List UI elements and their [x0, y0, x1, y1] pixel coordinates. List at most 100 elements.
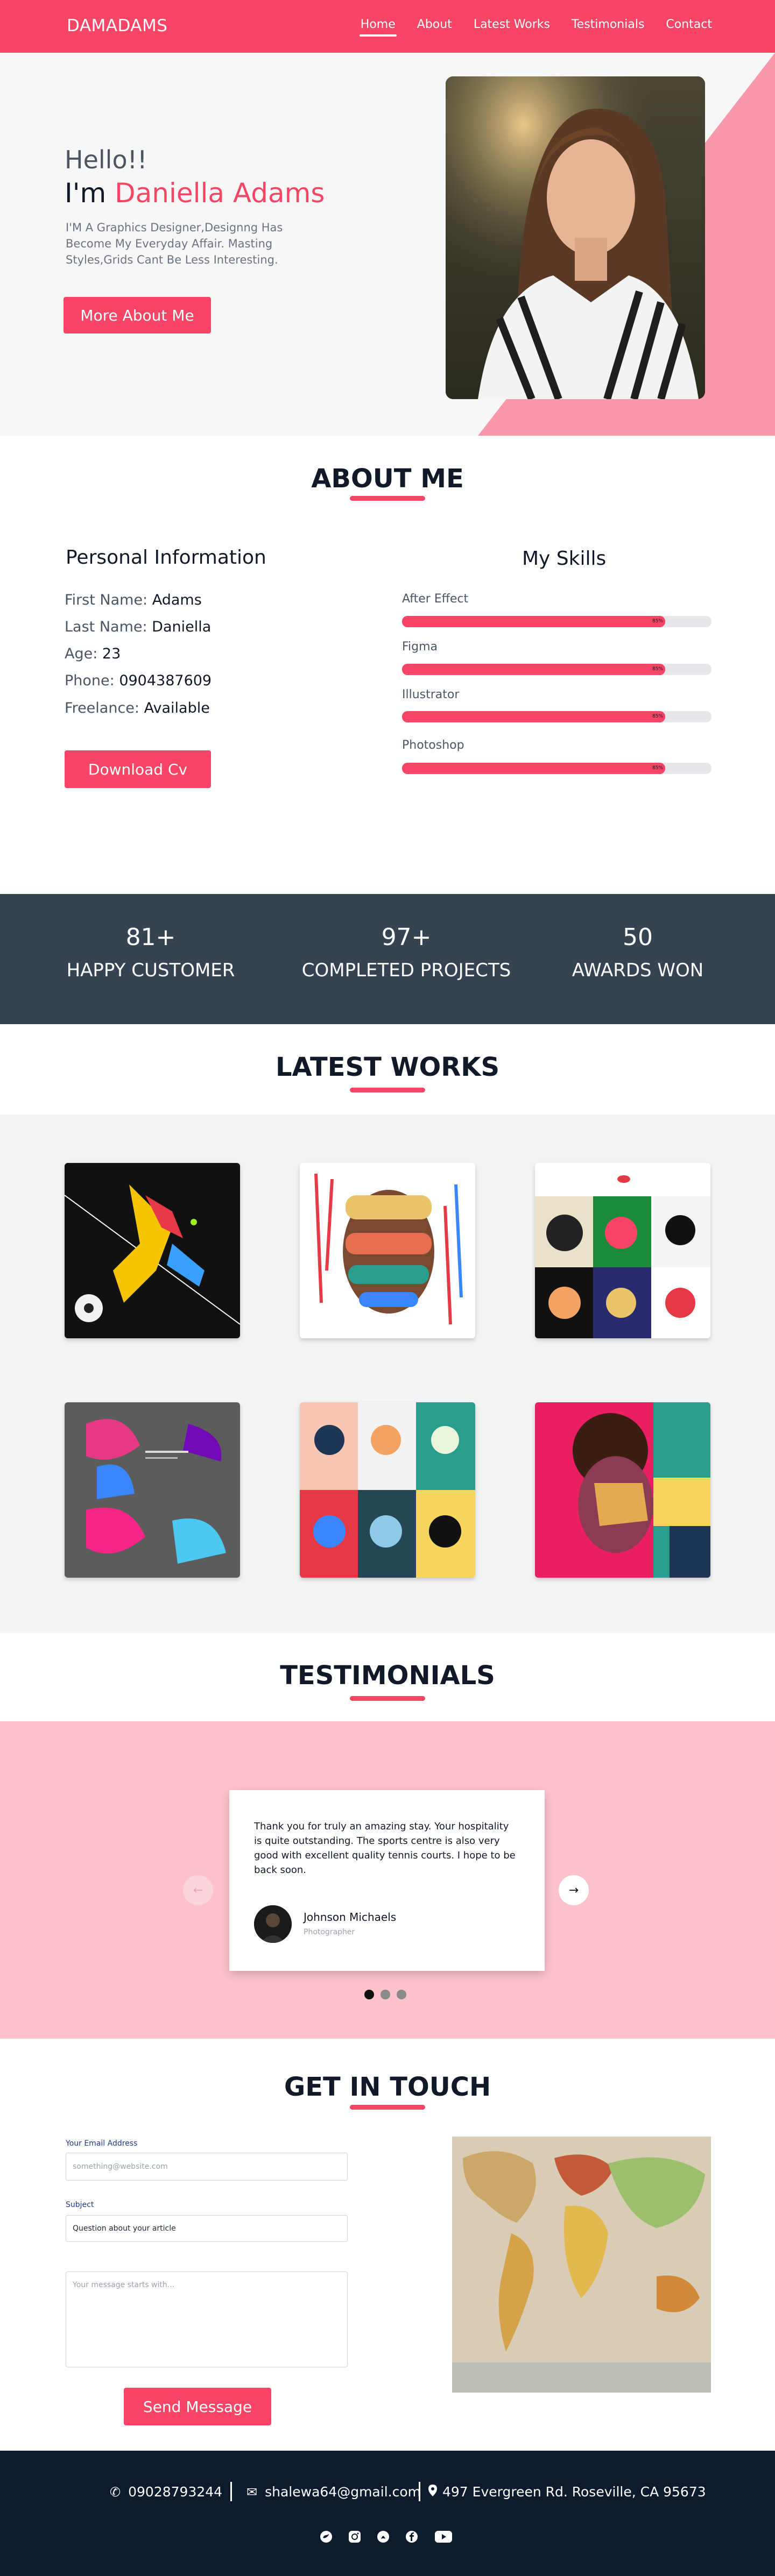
instagram-icon[interactable]	[347, 2529, 362, 2544]
arrow-left-icon[interactable]: ←	[183, 1875, 213, 1905]
stat-label: HAPPY CUSTOMER	[66, 960, 235, 981]
skill-bar: 85%	[402, 711, 711, 722]
download-cv-button[interactable]: Download Cv	[65, 750, 211, 788]
nav-testimonials[interactable]: Testimonials	[572, 18, 644, 31]
skill-bar: 85%	[402, 763, 711, 774]
facebook-icon[interactable]	[404, 2529, 419, 2544]
contact-title: GET IN TOUCH	[284, 2072, 491, 2102]
more-about-me-button[interactable]: More About Me	[64, 297, 211, 333]
stats-section: 81+ HAPPY CUSTOMER 97+ COMPLETED PROJECTS …	[0, 894, 775, 1024]
subject-field[interactable]: Question about your article	[66, 2215, 348, 2242]
skill-bar-fill	[402, 664, 665, 675]
nav-latest-works[interactable]: Latest Works	[474, 18, 550, 31]
skill-bar-fill	[402, 763, 665, 774]
work-item-illustration-grid[interactable]	[300, 1402, 475, 1578]
location-pin-icon	[428, 2484, 437, 2500]
skill-percent: 85%	[652, 666, 664, 672]
hero-section: Hello!! I'm Daniella Adams I'M A Graphic…	[0, 53, 775, 436]
testimonial-quote: Thank you for truly an amazing stay. You…	[254, 1821, 516, 1876]
info-label: First Name:	[65, 592, 148, 608]
nav-contact[interactable]: Contact	[666, 18, 712, 31]
skill-percent: 85%	[652, 765, 664, 771]
skill-label: Illustrator	[402, 688, 460, 701]
stat-label: AWARDS WON	[572, 960, 704, 981]
nav-about[interactable]: About	[417, 18, 452, 31]
skill-bar-fill	[402, 711, 665, 722]
testimonials-title-underline	[350, 1696, 425, 1701]
skill-bar: 85%	[402, 664, 711, 675]
skill-bar: 85%	[402, 616, 711, 627]
skill-percent: 85%	[652, 714, 664, 719]
about-title: ABOUT ME	[311, 464, 464, 494]
info-value: Available	[144, 700, 210, 716]
work-item-neon-portrait[interactable]	[535, 1402, 710, 1578]
footer-divider	[230, 2482, 232, 2501]
arrow-right-icon[interactable]: →	[559, 1875, 589, 1905]
logo[interactable]: DAMADAMS	[67, 16, 167, 36]
works-title: LATEST WORKS	[275, 1052, 500, 1082]
send-message-button[interactable]: Send Message	[124, 2388, 271, 2425]
info-value: 0904387609	[119, 672, 212, 689]
skill-label: Figma	[402, 640, 438, 654]
carousel-dot-active[interactable]	[364, 1990, 374, 1999]
testimonial-author: Johnson Michaels	[304, 1911, 397, 1924]
main-nav: Home About Latest Works Testimonials Con…	[359, 18, 712, 37]
footer-address: 497 Evergreen Rd. Roseville, CA 95673	[428, 2484, 706, 2500]
email-field[interactable]: something@website.com	[66, 2153, 348, 2181]
site-footer: ✆ 09028793244 ✉ shalewa64@gmail.com 497 …	[0, 2451, 775, 2576]
stat-awards-won: 50 AWARDS WON	[525, 924, 751, 981]
skill-label: Photoshop	[402, 739, 464, 752]
info-value: Adams	[152, 592, 202, 608]
hero-greeting: Hello!!	[65, 145, 147, 174]
skill-percent: 85%	[652, 619, 664, 624]
personal-info-title: Personal Information	[66, 547, 266, 569]
email-label: Your Email Address	[66, 2139, 138, 2148]
testimonial-role: Photographer	[304, 1928, 355, 1936]
hero-im: I'm	[65, 178, 107, 209]
hero-bio: I'M A Graphics Designer,Designng Has Bec…	[66, 221, 283, 266]
world-map-image	[452, 2137, 711, 2393]
stat-label: COMPLETED PROJECTS	[301, 960, 511, 981]
carousel-dot[interactable]	[397, 1990, 406, 1999]
hero-heading: I'm Daniella Adams	[65, 178, 325, 209]
works-title-underline	[350, 1088, 425, 1092]
work-item-pop-portraits[interactable]	[535, 1163, 710, 1338]
footer-phone[interactable]: ✆ 09028793244	[110, 2484, 222, 2500]
work-item-abstract-shapes[interactable]	[65, 1402, 240, 1578]
youtube-icon[interactable]	[434, 2529, 453, 2544]
info-value: 23	[102, 645, 121, 662]
work-item-paint-face[interactable]	[300, 1163, 475, 1338]
hero-name: Daniella Adams	[115, 178, 325, 209]
contact-title-underline	[350, 2105, 425, 2110]
testimonials-title: TESTIMONIALS	[280, 1660, 495, 1691]
message-field[interactable]: Your message starts with...	[66, 2272, 348, 2367]
profile-photo	[446, 76, 705, 399]
info-last-name: Last Name: Daniella	[65, 619, 211, 635]
stat-happy-customer: 81+ HAPPY CUSTOMER	[38, 924, 264, 981]
testimonial-card: Thank you for truly an amazing stay. You…	[229, 1790, 545, 1971]
carousel-dot[interactable]	[381, 1990, 390, 1999]
info-value: Daniella	[152, 619, 212, 635]
about-title-underline	[350, 496, 425, 501]
site-header: DAMADAMS Home About Latest Works Testimo…	[0, 0, 775, 53]
info-first-name: First Name: Adams	[65, 592, 202, 608]
info-freelance: Freelance: Available	[65, 700, 210, 716]
stat-completed-projects: 97+ COMPLETED PROJECTS	[293, 924, 519, 981]
avatar	[254, 1905, 292, 1943]
phone-icon: ✆	[110, 2484, 121, 2500]
mail-icon: ✉	[246, 2484, 258, 2500]
work-item-soccer-art[interactable]	[65, 1163, 240, 1338]
footer-address-text: 497 Evergreen Rd. Roseville, CA 95673	[442, 2484, 706, 2500]
twitter-icon[interactable]	[319, 2529, 334, 2544]
nav-home[interactable]: Home	[359, 18, 397, 37]
snapchat-icon[interactable]	[376, 2529, 391, 2544]
footer-email[interactable]: ✉ shalewa64@gmail.com	[246, 2484, 421, 2500]
stat-number: 97+	[381, 924, 432, 951]
info-label: Age:	[65, 645, 98, 662]
skills-title: My Skills	[522, 548, 607, 570]
info-age: Age: 23	[65, 645, 121, 662]
info-label: Last Name:	[65, 619, 147, 635]
skill-bar-fill	[402, 616, 665, 627]
footer-phone-text: 09028793244	[128, 2484, 223, 2500]
footer-divider	[419, 2482, 420, 2501]
